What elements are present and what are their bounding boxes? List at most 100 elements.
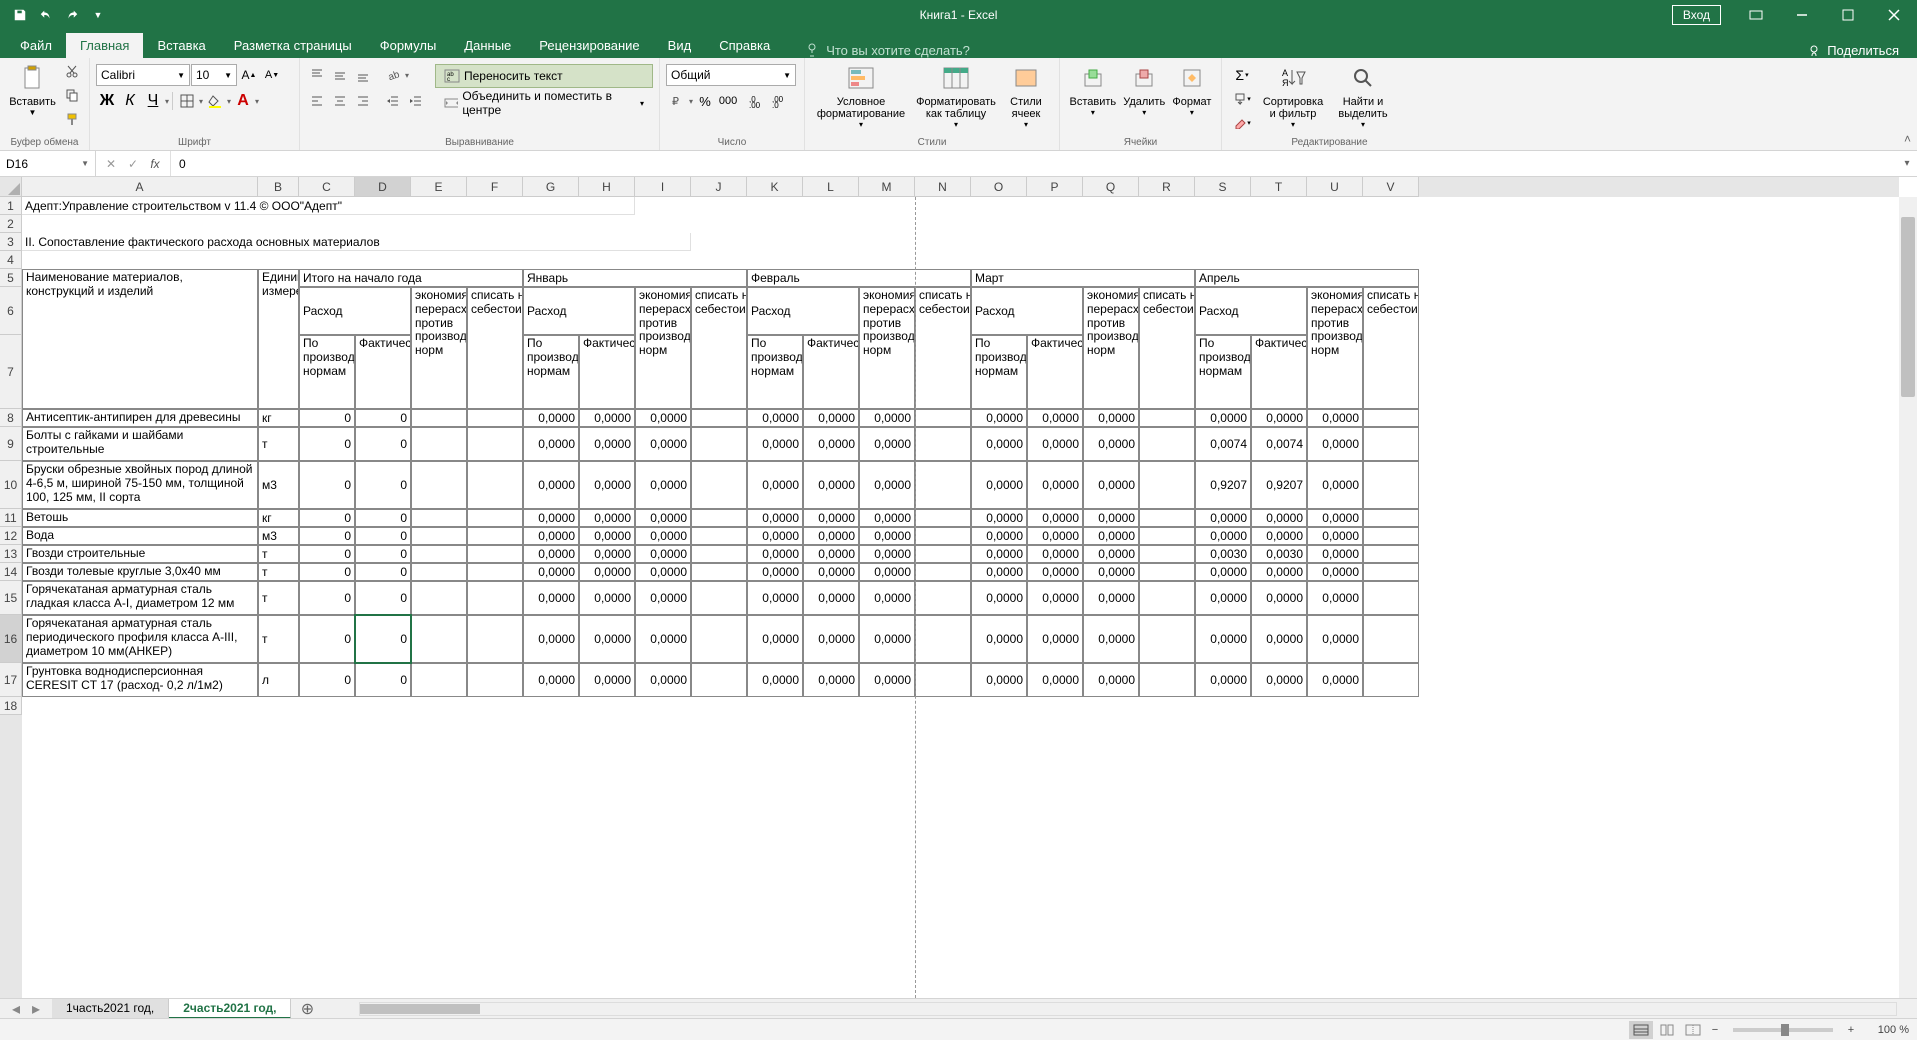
cell[interactable]: 0,0000 xyxy=(1307,527,1363,545)
column-header[interactable]: F xyxy=(467,177,523,197)
insert-function-icon[interactable]: fx xyxy=(144,157,166,171)
comma-format-icon[interactable]: 000 xyxy=(717,90,739,112)
decrease-decimal-icon[interactable]: ,00,0 xyxy=(768,90,790,112)
cell[interactable]: 0,0000 xyxy=(971,663,1027,697)
tab-formulas[interactable]: Формулы xyxy=(366,33,451,58)
column-header[interactable]: V xyxy=(1363,177,1419,197)
cell[interactable]: По производственным нормам xyxy=(523,335,579,409)
cell[interactable]: 0,0000 xyxy=(579,527,635,545)
cell[interactable]: По производственным нормам xyxy=(747,335,803,409)
font-size-combo[interactable]: 10▼ xyxy=(191,64,237,86)
cell[interactable]: 0,0000 xyxy=(1027,461,1083,509)
align-bottom-icon[interactable] xyxy=(352,64,374,86)
tab-insert[interactable]: Вставка xyxy=(143,33,219,58)
close-icon[interactable] xyxy=(1871,0,1917,30)
cell[interactable]: м3 xyxy=(258,461,299,509)
cell[interactable]: Болты с гайками и шайбами строительные xyxy=(22,427,258,461)
undo-icon[interactable] xyxy=(34,3,58,27)
ribbon-display-icon[interactable] xyxy=(1733,0,1779,30)
cell[interactable]: 0,0000 xyxy=(635,545,691,563)
cell[interactable] xyxy=(691,427,747,461)
row-header[interactable]: 12 xyxy=(0,527,22,545)
cell-styles-button[interactable]: Стили ячеек▾ xyxy=(1001,60,1051,131)
increase-decimal-icon[interactable]: ,0,00 xyxy=(745,90,767,112)
cell[interactable]: 0,0000 xyxy=(579,509,635,527)
cell[interactable]: Горячекатаная арматурная сталь гладкая к… xyxy=(22,581,258,615)
cell[interactable] xyxy=(691,581,747,615)
column-header[interactable]: M xyxy=(859,177,915,197)
cell[interactable]: II. Сопоставление фактического расхода о… xyxy=(22,233,691,251)
cell[interactable] xyxy=(691,615,747,663)
cell[interactable]: 0,0000 xyxy=(1251,615,1307,663)
page-layout-view-icon[interactable] xyxy=(1655,1021,1679,1039)
decrease-font-icon[interactable]: A▼ xyxy=(261,64,283,86)
cell[interactable]: 0,0000 xyxy=(1083,563,1139,581)
cell[interactable] xyxy=(1139,527,1195,545)
cell[interactable]: 0,0000 xyxy=(803,663,859,697)
cell[interactable]: Фактический xyxy=(1251,335,1307,409)
cell[interactable]: 0 xyxy=(299,509,355,527)
column-header[interactable]: K xyxy=(747,177,803,197)
cell[interactable]: л xyxy=(258,663,299,697)
cell[interactable]: 0 xyxy=(299,461,355,509)
cell[interactable] xyxy=(1139,409,1195,427)
cell[interactable]: По производственным нормам xyxy=(1195,335,1251,409)
cell[interactable] xyxy=(1363,581,1419,615)
cell[interactable]: Наименование материалов, конструкций и и… xyxy=(22,269,258,409)
cell[interactable]: Фактический xyxy=(355,335,411,409)
cell[interactable]: 0,0000 xyxy=(747,427,803,461)
cell[interactable]: 0,0000 xyxy=(523,509,579,527)
row-header[interactable]: 13 xyxy=(0,545,22,563)
align-right-icon[interactable] xyxy=(352,90,374,112)
cell[interactable]: т xyxy=(258,563,299,581)
cell[interactable]: 0,0000 xyxy=(635,509,691,527)
cell[interactable]: Адепт:Управление строительством v 11.4 ©… xyxy=(22,197,635,215)
vertical-scrollbar[interactable] xyxy=(1899,197,1917,998)
cell[interactable]: 0 xyxy=(355,461,411,509)
tell-me-search[interactable]: Что вы хотите сделать? xyxy=(804,42,970,58)
cell[interactable]: Фактический xyxy=(1027,335,1083,409)
cell[interactable]: 0,0000 xyxy=(1195,663,1251,697)
cell[interactable] xyxy=(1139,509,1195,527)
cell[interactable] xyxy=(411,409,467,427)
cell[interactable]: Гвозди строительные xyxy=(22,545,258,563)
cell[interactable]: 0,0000 xyxy=(747,663,803,697)
minimize-icon[interactable] xyxy=(1779,0,1825,30)
row-header[interactable]: 17 xyxy=(0,663,22,697)
cell[interactable]: 0,0000 xyxy=(971,563,1027,581)
wrap-text-button[interactable]: abc Переносить текст xyxy=(435,64,653,88)
cell[interactable]: 0,0000 xyxy=(1083,527,1139,545)
cell[interactable] xyxy=(467,663,523,697)
cell[interactable]: 0 xyxy=(355,509,411,527)
cell[interactable] xyxy=(1363,563,1419,581)
cell[interactable]: 0,0000 xyxy=(579,581,635,615)
cell[interactable]: 0,0000 xyxy=(1251,527,1307,545)
cell[interactable]: 0,0000 xyxy=(523,663,579,697)
cell[interactable]: 0,0000 xyxy=(859,527,915,545)
cell[interactable]: 0,0000 xyxy=(579,615,635,663)
cell[interactable]: 0,0000 xyxy=(803,563,859,581)
cell[interactable] xyxy=(467,545,523,563)
cell[interactable]: 0,0000 xyxy=(635,615,691,663)
formula-input[interactable] xyxy=(171,151,1897,176)
cell[interactable]: 0,0000 xyxy=(803,527,859,545)
italic-button[interactable]: К xyxy=(119,90,141,112)
cell[interactable]: 0,0000 xyxy=(859,545,915,563)
cell[interactable]: 0,0000 xyxy=(1307,409,1363,427)
cell[interactable]: Расход xyxy=(1195,287,1307,335)
tab-home[interactable]: Главная xyxy=(66,33,143,58)
cell[interactable]: 0 xyxy=(299,663,355,697)
cell[interactable] xyxy=(467,581,523,615)
cell[interactable]: Бруски обрезные хвойных пород длиной 4-6… xyxy=(22,461,258,509)
cell[interactable]: 0,0000 xyxy=(803,545,859,563)
row-header[interactable]: 8 xyxy=(0,409,22,427)
row-header[interactable]: 9 xyxy=(0,427,22,461)
cell[interactable] xyxy=(411,563,467,581)
cell[interactable]: 0 xyxy=(355,427,411,461)
row-header[interactable]: 7 xyxy=(0,335,22,409)
cell[interactable]: 0,0000 xyxy=(859,509,915,527)
cell[interactable]: 0,0000 xyxy=(971,509,1027,527)
cell[interactable]: 0,0000 xyxy=(747,409,803,427)
row-header[interactable]: 14 xyxy=(0,563,22,581)
cell[interactable]: экономия(-) перерасход(+) против произво… xyxy=(859,287,915,409)
